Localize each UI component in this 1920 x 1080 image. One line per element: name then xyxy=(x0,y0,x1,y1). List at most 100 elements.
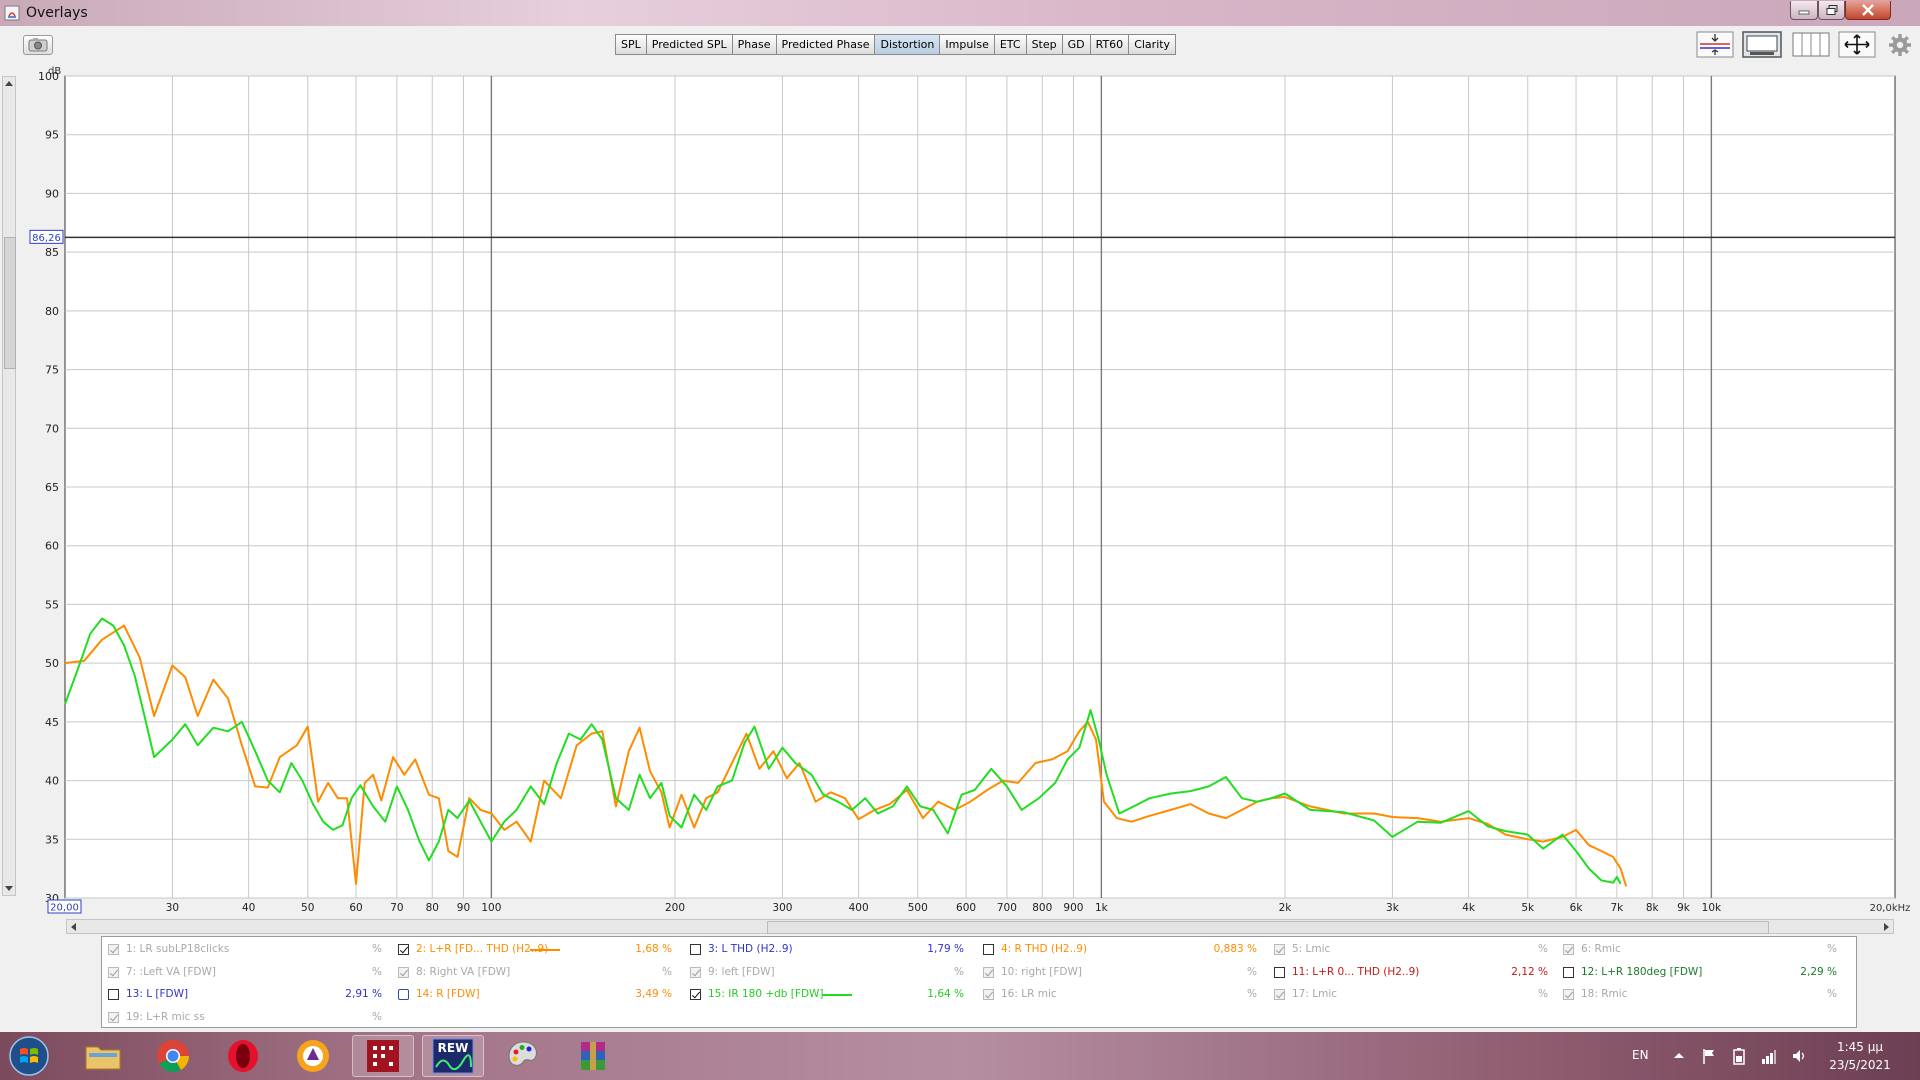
legend-checkbox[interactable] xyxy=(108,989,119,1000)
x-tick-label: 4k xyxy=(1462,902,1476,914)
legend-value: % xyxy=(1538,988,1548,1000)
vertical-zoom-icon[interactable] xyxy=(1696,31,1734,58)
scroll-right-icon[interactable] xyxy=(1882,922,1891,932)
pan-zoom-icon[interactable] xyxy=(1838,31,1876,58)
show-hidden-icons-icon[interactable] xyxy=(1672,1047,1686,1063)
legend-value: % xyxy=(1827,943,1837,955)
taskbar-avast[interactable] xyxy=(282,1035,344,1077)
legend-checkbox[interactable] xyxy=(690,989,701,1000)
legend-item: 11: L+R 0... THD (H2..9) 2,12 % xyxy=(1268,962,1548,984)
legend-checkbox[interactable] xyxy=(108,944,119,955)
tab-etc[interactable]: ETC xyxy=(993,34,1027,55)
x-end-label: 20,0kHz xyxy=(1870,903,1911,914)
taskbar-rew[interactable]: REW xyxy=(422,1035,484,1077)
network-signal-icon[interactable] xyxy=(1761,1047,1777,1065)
legend-checkbox[interactable] xyxy=(398,966,409,978)
close-button[interactable] xyxy=(1845,1,1891,20)
legend-checkbox[interactable] xyxy=(108,966,119,978)
legend-checkbox[interactable] xyxy=(1274,989,1285,1000)
legend-value: % xyxy=(372,965,382,978)
taskbar-grid-app[interactable] xyxy=(352,1035,414,1077)
legend-checkbox[interactable] xyxy=(1563,989,1574,1000)
tab-clarity[interactable]: Clarity xyxy=(1128,34,1177,55)
y-tick-label: 90 xyxy=(45,187,59,200)
x-tick-label: 100 xyxy=(481,902,501,914)
x-tick-label: 40 xyxy=(242,902,255,914)
legend-item: 16: LR mic% xyxy=(977,984,1257,1006)
tab-phase[interactable]: Phase xyxy=(731,34,777,55)
legend-checkbox[interactable] xyxy=(398,944,409,955)
x-tick-label: 400 xyxy=(849,902,869,914)
y-tick-label: 60 xyxy=(45,540,59,553)
legend-checkbox[interactable] xyxy=(1274,966,1285,978)
maximize-button[interactable] xyxy=(1818,1,1845,20)
distortion-graph[interactable]: 100 95 90 85 80 75 70 65 60 55 50 45 40 35 30 30 40 50 60… xyxy=(0,66,1920,926)
legend-checkbox[interactable] xyxy=(108,1011,119,1023)
tab-predicted-spl[interactable]: Predicted SPL xyxy=(645,34,733,55)
taskbar-chrome[interactable] xyxy=(142,1035,204,1077)
columns-icon[interactable] xyxy=(1792,31,1830,58)
legend-label: 16: LR mic xyxy=(1001,988,1057,1000)
legend-checkbox[interactable] xyxy=(1563,966,1574,978)
taskbar: REW EN 1:45 μμ 23/5/2021 xyxy=(0,1032,1920,1080)
graph-limits-icon[interactable] xyxy=(1742,31,1782,58)
screenshot-button[interactable] xyxy=(23,35,53,55)
taskbar-opera[interactable] xyxy=(212,1035,274,1077)
legend-label: 13: L [FDW] xyxy=(126,988,189,1000)
legend-checkbox[interactable] xyxy=(1274,944,1285,955)
scroll-left-icon[interactable] xyxy=(69,922,78,932)
title-bar: Overlays xyxy=(0,0,1920,26)
x-tick-label: 3k xyxy=(1386,902,1400,914)
horizontal-scrollbar[interactable] xyxy=(66,919,1894,934)
x-tick-label: 8k xyxy=(1646,902,1660,914)
legend-item: 4: R THD (H2..9) 0,883 % xyxy=(977,939,1257,961)
taskbar-winrar[interactable] xyxy=(562,1035,624,1077)
tab-impulse[interactable]: Impulse xyxy=(939,34,995,55)
tab-spl[interactable]: SPL xyxy=(615,34,647,55)
minimize-button[interactable] xyxy=(1790,1,1818,20)
clock-time: 1:45 μμ xyxy=(1836,1040,1884,1054)
taskbar-paint[interactable] xyxy=(492,1035,554,1077)
tab-rt60[interactable]: RT60 xyxy=(1089,34,1130,55)
tab-predicted-phase[interactable]: Predicted Phase xyxy=(775,34,876,55)
tab-distortion[interactable]: Distortion xyxy=(874,34,941,55)
legend-value: 0,883 % xyxy=(1213,943,1257,955)
legend-checkbox[interactable] xyxy=(690,966,701,978)
taskbar-explorer[interactable] xyxy=(72,1035,134,1077)
legend-checkbox[interactable] xyxy=(983,989,994,1000)
legend-checkbox[interactable] xyxy=(1563,944,1574,955)
x-start-label: 20,00 xyxy=(50,903,79,914)
x-tick-label: 2k xyxy=(1279,902,1293,914)
graph-tabs: SPL Predicted SPL Phase Predicted Phase Dist… xyxy=(615,34,1177,55)
legend-checkbox[interactable] xyxy=(690,944,701,955)
x-tick-label: 6k xyxy=(1570,902,1584,914)
clock[interactable]: 1:45 μμ 23/5/2021 xyxy=(1810,1038,1910,1074)
y-tick-label: 50 xyxy=(45,657,59,670)
tab-gd[interactable]: GD xyxy=(1061,34,1091,55)
y-tick-label: 40 xyxy=(45,775,59,788)
tab-step[interactable]: Step xyxy=(1025,34,1063,55)
horizontal-scroll-thumb[interactable] xyxy=(767,921,1769,934)
legend-value: 3,49 % xyxy=(635,988,672,1000)
legend-checkbox[interactable] xyxy=(983,944,994,955)
legend-value: 1,68 % xyxy=(635,943,672,955)
x-tick-label: 30 xyxy=(166,902,179,914)
legend-label: 19: L+R mic ss xyxy=(126,1010,205,1023)
legend-value: % xyxy=(372,1010,382,1023)
language-indicator[interactable]: EN xyxy=(1632,1048,1649,1062)
legend-value: 2,12 % xyxy=(1511,965,1548,978)
action-center-flag-icon[interactable] xyxy=(1701,1047,1717,1065)
legend-swatch xyxy=(530,949,560,951)
x-tick-label: 7k xyxy=(1610,902,1624,914)
legend-checkbox[interactable] xyxy=(398,989,409,1000)
y-tick-label: 35 xyxy=(45,833,59,846)
battery-icon[interactable] xyxy=(1731,1047,1747,1065)
legend-label: 5: Lmic xyxy=(1292,943,1331,955)
gear-icon[interactable] xyxy=(1888,33,1912,57)
start-button[interactable] xyxy=(6,1035,52,1077)
legend-checkbox[interactable] xyxy=(983,966,994,978)
legend-value: % xyxy=(954,965,964,978)
x-tick-label: 800 xyxy=(1032,902,1052,914)
volume-icon[interactable] xyxy=(1791,1047,1807,1065)
legend-value: 2,91 % xyxy=(345,988,382,1000)
